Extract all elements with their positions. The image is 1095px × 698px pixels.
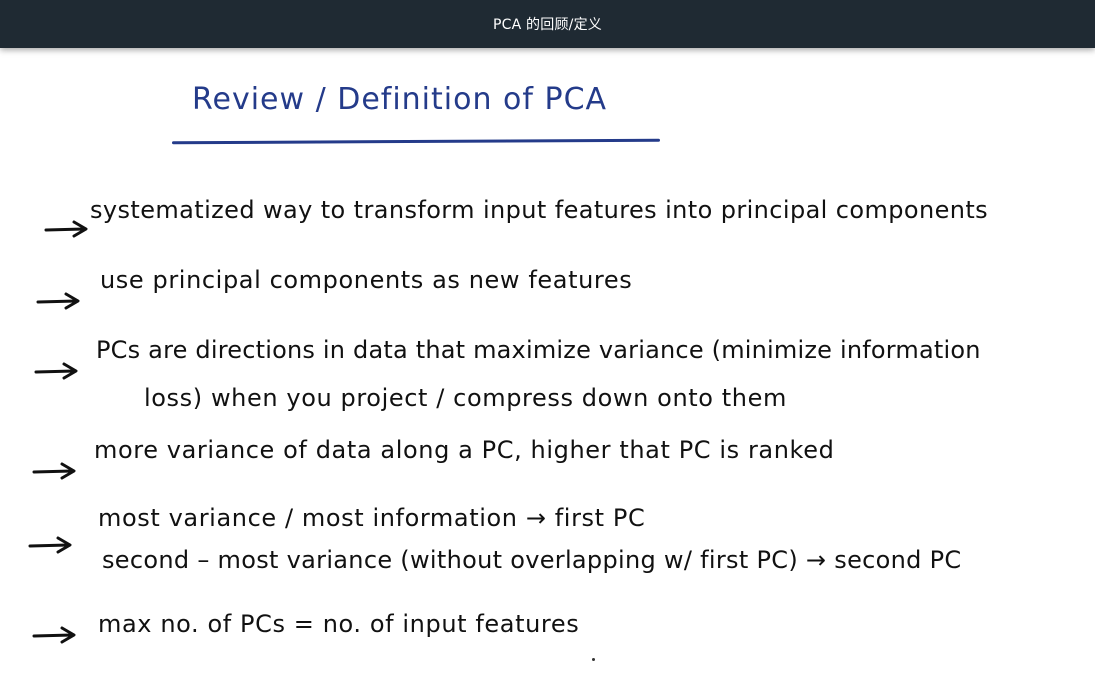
board-line-2: use principal components as new features [100,266,633,294]
board-line-1: systematized way to transform input feat… [90,196,989,224]
arrow-right-icon [28,534,76,556]
board-line-5: most variance / most information → first… [98,504,646,532]
board-heading: Review / Definition of PCA [192,82,608,117]
board-line-6: max no. of PCs = no. of input features [98,610,580,638]
board-line-4: more variance of data along a PC, higher… [94,436,835,464]
board-line-3: PCs are directions in data that maximize… [96,336,981,364]
whiteboard [0,48,1095,698]
arrow-right-icon [34,360,82,382]
arrow-right-icon [44,218,92,240]
arrow-right-icon [32,624,80,646]
board-line-5-cont: second – most variance (without overlapp… [102,546,962,574]
window-title: PCA 的回顾/定义 [493,17,602,33]
ink-dot [592,658,595,661]
arrow-right-icon [32,460,80,482]
video-title-bar: PCA 的回顾/定义 [0,0,1095,48]
arrow-right-icon [36,290,84,312]
board-line-3-cont: loss) when you project / compress down o… [144,384,787,412]
